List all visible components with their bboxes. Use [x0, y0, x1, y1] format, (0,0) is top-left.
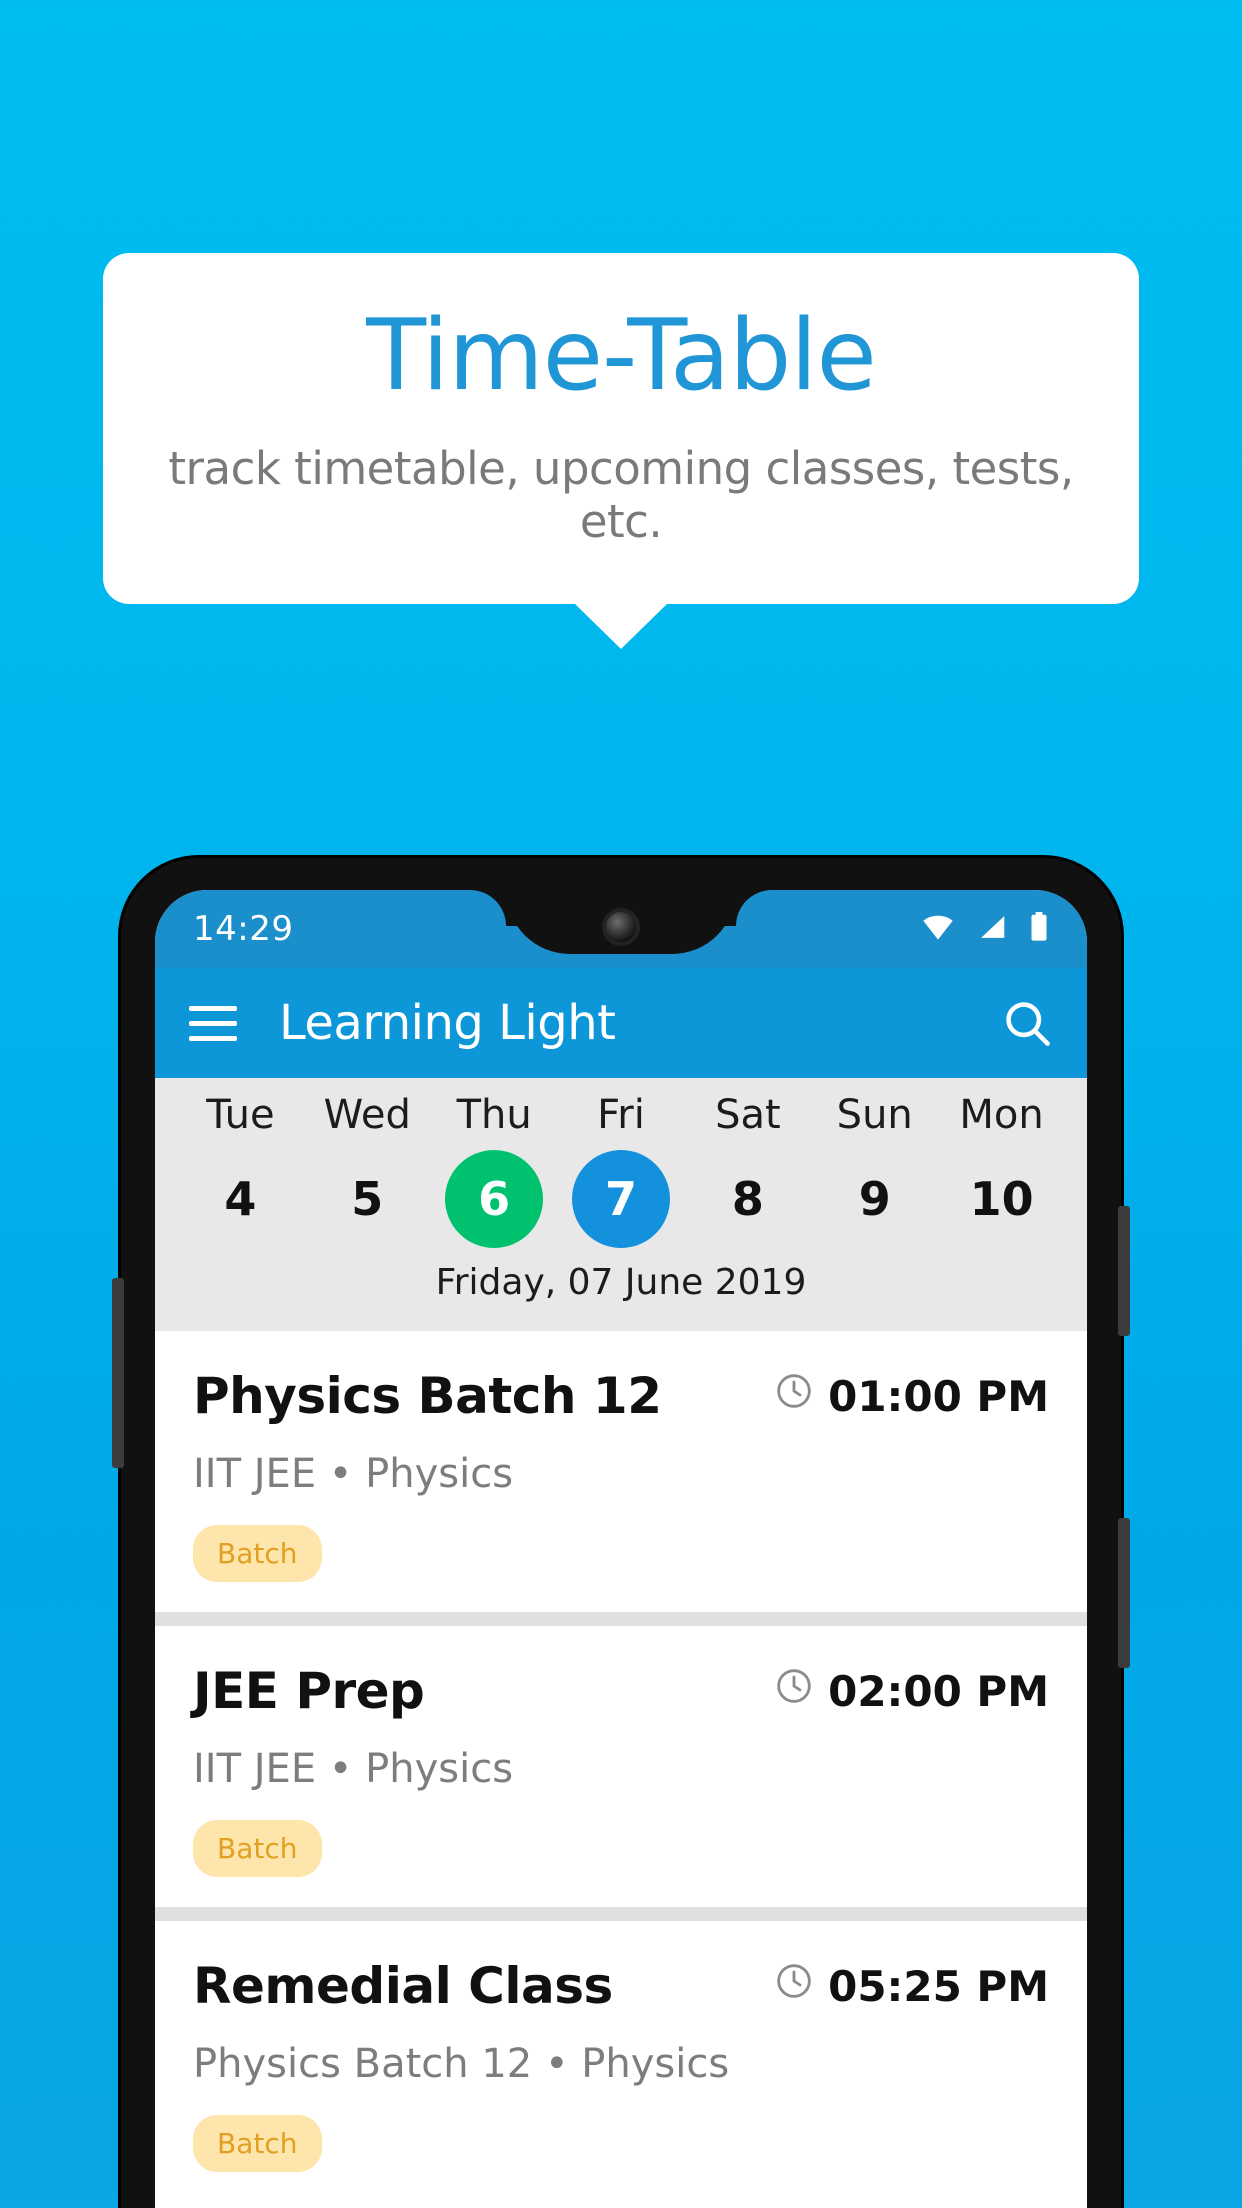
day-item-fri[interactable]: Fri 7 — [558, 1092, 685, 1248]
schedule-card[interactable]: JEE Prep 02:00 PM IIT JEE • Physics Batc… — [155, 1626, 1087, 1907]
status-clock: 14:29 — [193, 909, 294, 949]
hamburger-menu-icon[interactable] — [189, 1005, 237, 1041]
class-time: 05:25 PM — [774, 1961, 1049, 2011]
status-icon-group — [921, 912, 1049, 946]
promo-banner: Time-Table track timetable, upcoming cla… — [103, 253, 1139, 649]
class-time: 02:00 PM — [774, 1666, 1049, 1716]
class-time-text: 05:25 PM — [828, 1961, 1049, 2011]
card-header: Remedial Class 05:25 PM — [193, 1957, 1049, 2015]
day-item-sat[interactable]: Sat 8 — [684, 1092, 811, 1248]
day-item-wed[interactable]: Wed 5 — [304, 1092, 431, 1248]
search-icon[interactable] — [1001, 997, 1053, 1049]
class-subtitle: IIT JEE • Physics — [193, 1746, 514, 1792]
class-subtitle: IIT JEE • Physics — [193, 1451, 514, 1497]
clock-icon — [774, 1961, 814, 2011]
day-name: Fri — [597, 1092, 645, 1138]
promo-subtitle: track timetable, upcoming classes, tests… — [168, 441, 1074, 548]
day-number: 8 — [731, 1172, 764, 1226]
day-item-mon[interactable]: Mon 10 — [938, 1092, 1065, 1248]
status-badge: Batch — [193, 1525, 322, 1582]
card-header: JEE Prep 02:00 PM — [193, 1662, 1049, 1720]
day-item-tue[interactable]: Tue 4 — [177, 1092, 304, 1248]
clock-icon — [774, 1371, 814, 1421]
phone-mockup: 14:29 Learning Light Tue 4 Wed 5 Thu 6 F… — [112, 858, 1130, 2208]
day-number: 10 — [969, 1172, 1034, 1226]
day-list: Tue 4 Wed 5 Thu 6 Fri 7 Sat 8 Sun 9 Mon … — [155, 1092, 1087, 1248]
promo-bubble: Time-Table track timetable, upcoming cla… — [103, 253, 1139, 604]
day-number: 5 — [351, 1172, 384, 1226]
day-number-today: 6 — [445, 1150, 544, 1248]
signal-icon — [977, 913, 1007, 945]
day-item-sun[interactable]: Sun 9 — [811, 1092, 938, 1248]
status-badge: Batch — [193, 1820, 322, 1877]
day-number-selected: 7 — [572, 1150, 670, 1248]
app-bar: Learning Light — [155, 968, 1087, 1078]
class-time-text: 01:00 PM — [828, 1371, 1049, 1421]
class-time-text: 02:00 PM — [828, 1666, 1049, 1716]
schedule-list: Physics Batch 12 01:00 PM IIT JEE • Phys… — [155, 1331, 1087, 2202]
wifi-icon — [921, 913, 955, 945]
promo-title: Time-Table — [366, 299, 877, 413]
status-bar: 14:29 — [155, 890, 1087, 968]
day-strip: Tue 4 Wed 5 Thu 6 Fri 7 Sat 8 Sun 9 Mon … — [155, 1078, 1087, 1331]
day-name: Wed — [323, 1092, 411, 1138]
selected-date-label: Friday, 07 June 2019 — [435, 1262, 807, 1303]
class-title: JEE Prep — [193, 1662, 425, 1720]
day-name: Tue — [206, 1092, 275, 1138]
class-title: Remedial Class — [193, 1957, 613, 2015]
class-subtitle: Physics Batch 12 • Physics — [193, 2041, 730, 2087]
front-camera-icon — [606, 912, 636, 942]
battery-icon — [1029, 912, 1049, 946]
day-number: 9 — [858, 1172, 891, 1226]
day-name: Thu — [456, 1092, 532, 1138]
status-badge: Batch — [193, 2115, 322, 2172]
day-name: Sat — [715, 1092, 781, 1138]
clock-icon — [774, 1666, 814, 1716]
class-time: 01:00 PM — [774, 1371, 1049, 1421]
app-title: Learning Light — [279, 995, 616, 1051]
day-name: Mon — [959, 1092, 1044, 1138]
power-button[interactable] — [1118, 1206, 1130, 1336]
day-name: Sun — [836, 1092, 913, 1138]
side-button-left[interactable] — [112, 1278, 124, 1468]
card-header: Physics Batch 12 01:00 PM — [193, 1367, 1049, 1425]
phone-screen: 14:29 Learning Light Tue 4 Wed 5 Thu 6 F… — [155, 890, 1087, 2208]
schedule-card[interactable]: Remedial Class 05:25 PM Physics Batch 12… — [155, 1921, 1087, 2202]
day-number: 4 — [224, 1172, 257, 1226]
schedule-card[interactable]: Physics Batch 12 01:00 PM IIT JEE • Phys… — [155, 1331, 1087, 1612]
day-item-thu[interactable]: Thu 6 — [431, 1092, 558, 1248]
volume-button[interactable] — [1118, 1518, 1130, 1668]
bubble-tail-icon — [574, 602, 668, 649]
class-title: Physics Batch 12 — [193, 1367, 662, 1425]
